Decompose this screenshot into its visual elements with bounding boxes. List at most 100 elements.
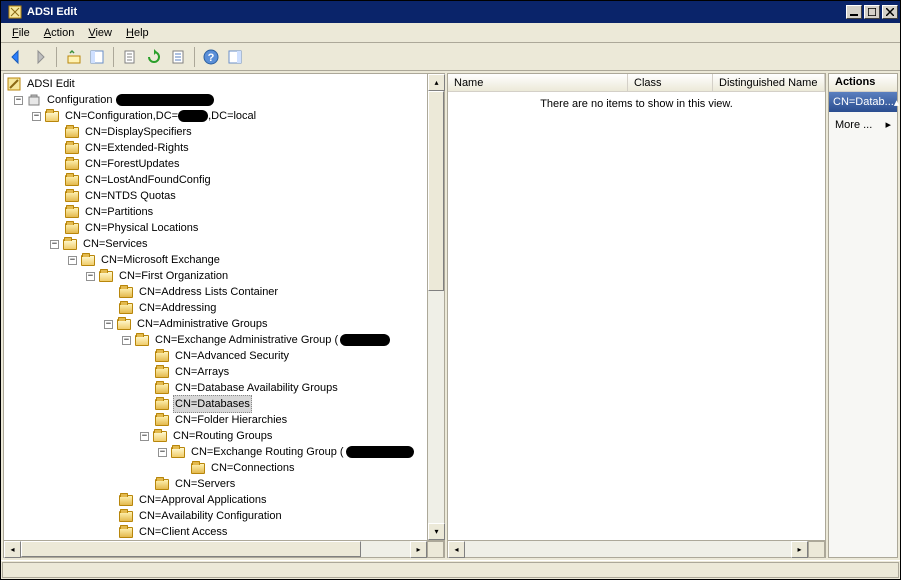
tree-node[interactable]: CN=Folder Hierarchies — [4, 412, 427, 428]
scroll-right-button[interactable]: ▸ — [791, 541, 808, 558]
tree-node-admin-groups[interactable]: −CN=Administrative Groups — [4, 316, 427, 332]
tree-label: CN=Configuration,DC=,DC=local — [63, 108, 258, 124]
folder-icon — [64, 189, 80, 203]
menu-help[interactable]: Help — [119, 25, 156, 41]
column-header-dn[interactable]: Distinguished Name — [713, 74, 825, 91]
folder-open-icon — [116, 317, 132, 331]
redacted-text — [346, 446, 414, 458]
column-header-class[interactable]: Class — [628, 74, 713, 91]
collapse-icon[interactable]: − — [50, 240, 59, 249]
back-button[interactable] — [5, 46, 27, 68]
collapse-icon[interactable]: − — [104, 320, 113, 329]
collapse-icon[interactable]: − — [14, 96, 23, 105]
redacted-text — [178, 110, 208, 122]
vertical-scrollbar[interactable]: ▴ ▾ — [427, 74, 444, 540]
up-button[interactable] — [62, 46, 84, 68]
tree-node-config-context[interactable]: − Configuration — [4, 92, 427, 108]
properties-button[interactable] — [167, 46, 189, 68]
scroll-left-button[interactable]: ◂ — [448, 541, 465, 558]
tree-node-exch-admin-group[interactable]: −CN=Exchange Administrative Group ( — [4, 332, 427, 348]
help-button[interactable]: ? — [200, 46, 222, 68]
tree-node-exch-routing-group[interactable]: −CN=Exchange Routing Group ( — [4, 444, 427, 460]
tree-node-configuration-dn[interactable]: − CN=Configuration,DC=,DC=local — [4, 108, 427, 124]
tree-label: CN=NTDS Quotas — [83, 188, 178, 204]
tree-label: CN=First Organization — [117, 268, 230, 284]
tree-node-first-org[interactable]: − CN=First Organization — [4, 268, 427, 284]
tree-label: CN=DisplaySpecifiers — [83, 124, 194, 140]
redacted-text — [116, 94, 214, 106]
tree-node-ms-exchange[interactable]: −CN=Microsoft Exchange — [4, 252, 427, 268]
scroll-right-button[interactable]: ▸ — [410, 541, 427, 558]
folder-icon — [64, 221, 80, 235]
horizontal-scrollbar[interactable]: ◂ ▸ — [4, 540, 444, 557]
folder-open-icon — [170, 445, 186, 459]
tree-node-databases[interactable]: CN=Databases — [4, 396, 427, 412]
menu-bar: File Action View Help — [1, 23, 900, 43]
menu-file[interactable]: File — [5, 25, 37, 41]
menu-action[interactable]: Action — [37, 25, 82, 41]
scroll-up-button[interactable]: ▴ — [428, 74, 445, 91]
tree-node[interactable]: CN=Addressing — [4, 300, 427, 316]
collapse-icon[interactable]: − — [68, 256, 77, 265]
tree-node[interactable]: CN=Client Access — [4, 524, 427, 540]
collapse-icon[interactable]: − — [140, 432, 149, 441]
svg-text:?: ? — [208, 52, 215, 64]
collapse-icon[interactable]: − — [158, 448, 167, 457]
actions-more[interactable]: More ... ▸ — [829, 112, 897, 137]
close-button[interactable] — [882, 5, 898, 19]
scroll-left-button[interactable]: ◂ — [4, 541, 21, 558]
tree-node[interactable]: CN=NTDS Quotas — [4, 188, 427, 204]
tree-scroll[interactable]: ADSI Edit − Configuration − CN=Configura… — [4, 74, 427, 540]
scroll-thumb[interactable] — [21, 541, 361, 557]
tree-node[interactable]: CN=Approval Applications — [4, 492, 427, 508]
export-list-button[interactable] — [119, 46, 141, 68]
folder-icon — [154, 381, 170, 395]
tree-pane: ADSI Edit − Configuration − CN=Configura… — [3, 73, 445, 558]
scroll-track[interactable] — [428, 291, 444, 523]
show-hide-tree-button[interactable] — [86, 46, 108, 68]
column-header-name[interactable]: Name — [448, 74, 628, 91]
tree-node[interactable]: CN=ForestUpdates — [4, 156, 427, 172]
show-hide-action-pane-button[interactable] — [224, 46, 246, 68]
tree-node-root[interactable]: ADSI Edit — [4, 76, 427, 92]
column-headers: Name Class Distinguished Name — [448, 74, 825, 92]
actions-header: Actions — [829, 74, 897, 92]
status-cell — [2, 562, 899, 578]
tree-node[interactable]: CN=Physical Locations — [4, 220, 427, 236]
collapse-icon[interactable]: − — [86, 272, 95, 281]
refresh-button[interactable] — [143, 46, 165, 68]
tree-node-services[interactable]: −CN=Services — [4, 236, 427, 252]
tree-node[interactable]: CN=LostAndFoundConfig — [4, 172, 427, 188]
tree-label: CN=LostAndFoundConfig — [83, 172, 213, 188]
tree-label: CN=Connections — [209, 460, 296, 476]
actions-context-header[interactable]: CN=Datab... ▴ — [829, 92, 897, 112]
title-bar: ADSI Edit — [1, 1, 900, 23]
tree-node[interactable]: CN=Database Availability Groups — [4, 380, 427, 396]
scroll-down-button[interactable]: ▾ — [428, 523, 445, 540]
tree-node[interactable]: CN=Availability Configuration — [4, 508, 427, 524]
tree-node[interactable]: CN=Address Lists Container — [4, 284, 427, 300]
collapse-icon[interactable]: − — [32, 112, 41, 121]
tree-node[interactable]: CN=Partitions — [4, 204, 427, 220]
collapse-icon[interactable]: − — [122, 336, 131, 345]
folder-icon — [190, 461, 206, 475]
scroll-track[interactable] — [465, 541, 791, 557]
tree-node[interactable]: CN=Advanced Security — [4, 348, 427, 364]
scroll-track[interactable] — [361, 541, 410, 557]
tree-node[interactable]: CN=DisplaySpecifiers — [4, 124, 427, 140]
tree-node[interactable]: CN=Arrays — [4, 364, 427, 380]
scroll-thumb[interactable] — [428, 91, 444, 291]
menu-view[interactable]: View — [81, 25, 119, 41]
tree-node-routing-groups[interactable]: −CN=Routing Groups — [4, 428, 427, 444]
folder-icon — [64, 205, 80, 219]
folder-icon — [118, 301, 134, 315]
tree-node[interactable]: CN=Extended-Rights — [4, 140, 427, 156]
forward-button[interactable] — [29, 46, 51, 68]
horizontal-scrollbar[interactable]: ◂ ▸ — [448, 540, 825, 557]
tree-node[interactable]: CN=Servers — [4, 476, 427, 492]
size-grip — [427, 541, 444, 558]
tree-label: Configuration — [45, 92, 114, 108]
maximize-button[interactable] — [864, 5, 880, 19]
minimize-button[interactable] — [846, 5, 862, 19]
tree-node[interactable]: CN=Connections — [4, 460, 427, 476]
